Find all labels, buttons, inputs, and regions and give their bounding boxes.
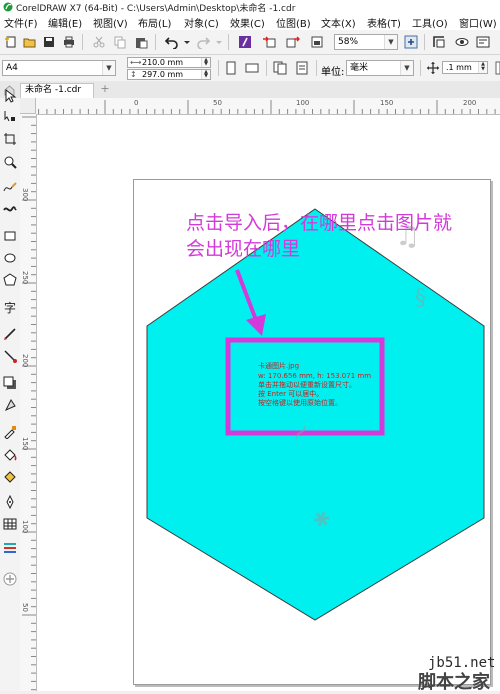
hexagon-shape[interactable] (146, 208, 485, 621)
import-filename: 卡通图片.jpg (258, 362, 300, 370)
annotation-line-1: 点击导入后，在哪里点击图片就 (186, 212, 453, 234)
canvas-artwork: ♫ § ~ ✱ (146, 208, 485, 621)
import-instruction-space: 按空格键以使用原始位置。 (258, 399, 342, 407)
svg-text:§: § (415, 286, 426, 311)
import-dimensions: w: 170.656 mm, h: 153.071 mm (258, 372, 372, 380)
annotation-line-2: 会出现在哪里 (186, 238, 301, 260)
instruction-annotation: 点击导入后，在哪里点击图片就 会出现在哪里 (186, 210, 452, 262)
brand-watermark: 脚本之家 (418, 672, 490, 693)
import-instruction-drag: 单击并拖动以便重新设置尺寸。 (258, 381, 356, 389)
import-instruction-enter: 按 Enter 可以居中。 (258, 390, 324, 398)
